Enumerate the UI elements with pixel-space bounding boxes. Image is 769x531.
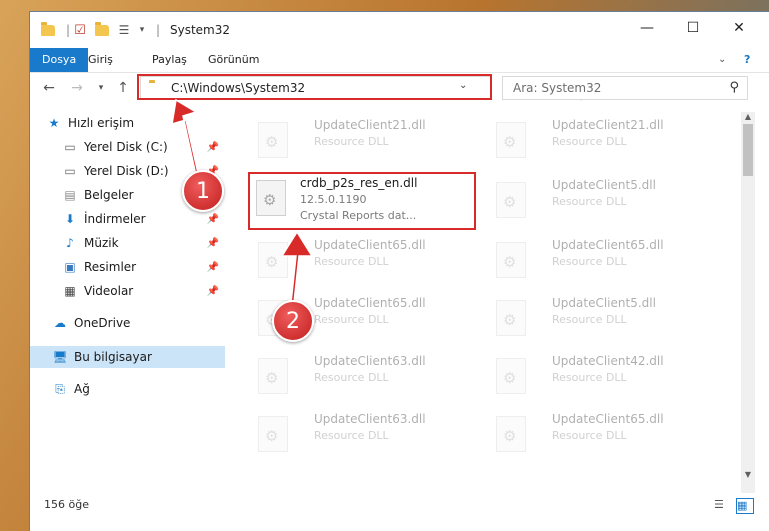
arrow-1 — [171, 98, 202, 184]
callout-1: 1 — [182, 170, 224, 212]
callout-arrows — [171, 98, 314, 313]
callout-2: 2 — [272, 300, 314, 342]
